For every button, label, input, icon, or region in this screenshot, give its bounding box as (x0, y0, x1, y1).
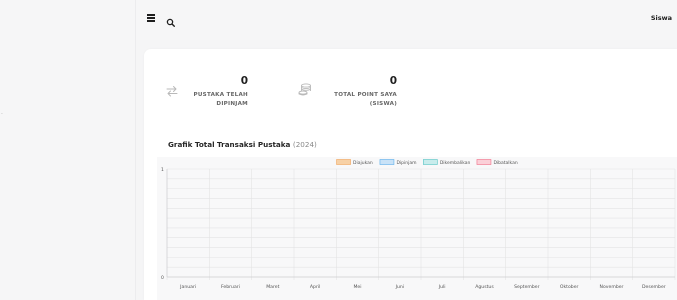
stat-label-line: (SISWA) (369, 101, 397, 107)
y-tick-label: 1 (161, 167, 164, 173)
legend-label[interactable]: Dipinjam (396, 160, 416, 166)
chart-title: Grafik Total Transaksi Pustaka (2024) (168, 140, 317, 149)
x-tick-label: Oktober (560, 284, 579, 290)
x-tick-label: November (600, 284, 624, 290)
legend-label[interactable]: Dibatalkan (493, 160, 517, 166)
sidebar-collapse-dot[interactable]: · (1, 111, 3, 118)
legend-swatch[interactable] (476, 159, 492, 165)
chart-title-text: Grafik Total Transaksi Pustaka (168, 140, 291, 149)
chart-year: (2024) (292, 140, 317, 149)
chart-canvas: 1 0 Januari Februari Maret April Mei Juni Juli Ag… (161, 159, 676, 290)
transaction-chart: 1 0 Januari Februari Maret April Mei Juni Juli Ag… (157, 157, 677, 300)
legend-label[interactable]: Diajukan (353, 160, 373, 166)
x-tick-label: Juli (438, 284, 446, 290)
legend-swatch[interactable] (423, 159, 438, 165)
x-tick-label: Maret (266, 284, 279, 290)
y-tick-label: 0 (161, 275, 164, 281)
x-tick-label: Februari (221, 284, 240, 290)
topbar: Siswa (136, 0, 677, 40)
hamburger-menu-icon[interactable] (147, 14, 155, 22)
x-tick-label: Agustus (475, 284, 494, 290)
legend-swatch[interactable] (336, 159, 351, 165)
legend-swatch[interactable] (379, 159, 395, 165)
x-tick-label: Januari (179, 284, 196, 290)
search-icon[interactable] (166, 13, 176, 28)
x-tick-label: Juni (395, 284, 404, 290)
stat-total-points: 0 TOTAL POINT SAYA (SISWA) (298, 75, 397, 111)
user-menu[interactable]: Siswa (651, 14, 672, 22)
stat-label: PUSTAKA TELAH DIPINJAM (194, 91, 248, 109)
legend-label[interactable]: Dikembalikan (440, 160, 471, 166)
stat-label: TOTAL POINT SAYA (SISWA) (334, 91, 397, 109)
x-tick-label: September (514, 284, 540, 290)
stat-books-borrowed: 0 PUSTAKA TELAH DIPINJAM (166, 75, 248, 111)
sidebar: · (0, 0, 136, 300)
x-tick-label: Desember (642, 284, 666, 290)
stat-label-line: TOTAL POINT SAYA (334, 92, 397, 98)
x-tick-label: Mei (353, 284, 361, 290)
stat-value: 0 (389, 75, 397, 87)
x-tick-label: April (310, 284, 321, 290)
stat-label-line: PUSTAKA TELAH (193, 92, 248, 98)
coins-stack-icon (298, 81, 312, 100)
stat-value: 0 (240, 75, 248, 87)
stat-label-line: DIPINJAM (216, 101, 248, 107)
dashboard-card: 0 PUSTAKA TELAH DIPINJAM 0 TOTAL POINT S… (144, 49, 677, 300)
swap-arrows-icon (166, 82, 178, 101)
